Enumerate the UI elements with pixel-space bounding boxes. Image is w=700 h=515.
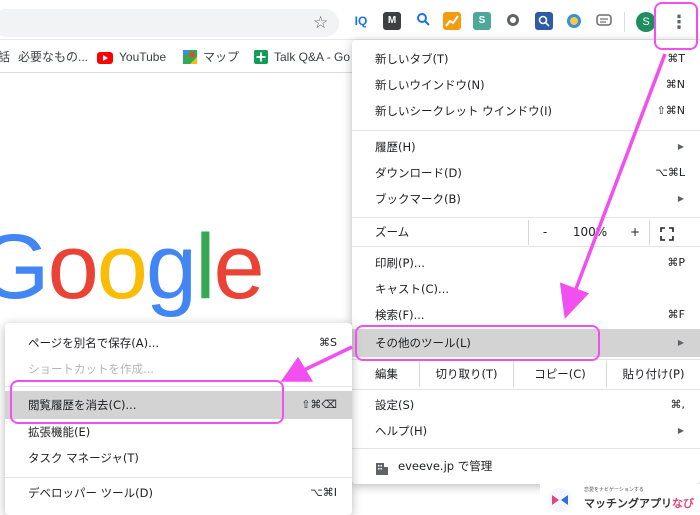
menu-separator — [352, 130, 700, 131]
building-icon — [375, 459, 389, 485]
menu-item-settings[interactable]: 設定(S) ⌘, — [352, 392, 700, 418]
menu-separator — [352, 389, 700, 390]
chart-extension-icon[interactable] — [443, 12, 461, 30]
annotation-box-clear-history — [10, 380, 284, 424]
iq-extension-icon[interactable]: IQ — [352, 12, 370, 30]
menu-item-new-window[interactable]: 新しいウインドウ(N) ⌘N — [352, 72, 700, 98]
menu-separator — [352, 217, 700, 218]
browser-toolbar: ☆ IQ M S S ⋮ — [0, 0, 700, 40]
zoom-level: 100% — [572, 225, 608, 239]
menu-item-task-manager[interactable]: タスク マネージャ(T) — [5, 445, 352, 471]
bookmark-talk-qa[interactable]: Talk Q&A - Go — [254, 49, 350, 68]
search-extension-icon[interactable] — [414, 12, 432, 30]
bookmark-youtube[interactable]: YouTube — [97, 49, 166, 68]
menu-item-cast[interactable]: キャスト(C)... — [352, 276, 700, 302]
menu-item-help[interactable]: ヘルプ(H) ▶ — [352, 418, 700, 444]
zoom-controls: - 100% + — [528, 220, 650, 245]
zoom-in-button[interactable]: + — [619, 220, 651, 245]
zoom-label: ズーム — [375, 225, 410, 239]
annotation-box-menu-button — [654, 2, 698, 50]
matching-app-logo-icon — [548, 488, 572, 512]
menu-item-bookmarks[interactable]: ブックマーク(B) ▶ — [352, 186, 700, 212]
menu-item-new-tab[interactable]: 新しいタブ(T) ⌘T — [352, 46, 700, 72]
cut-button[interactable]: 切り取り(T) — [419, 361, 513, 387]
maps-icon — [183, 50, 197, 68]
bookmark-maps[interactable]: マップ — [183, 49, 239, 68]
watermark-tagline: 恋愛をナビゲーションする — [584, 487, 644, 493]
menu-item-print[interactable]: 印刷(P)... ⌘P — [352, 250, 700, 276]
edit-row: 編集 切り取り(T) コピー(C) 貼り付け(P) — [352, 361, 700, 387]
menu-item-history[interactable]: 履歴(H) ▶ — [352, 134, 700, 160]
keyhole-extension-icon[interactable] — [535, 12, 553, 30]
address-bar[interactable] — [0, 9, 339, 37]
menu-item-new-incognito[interactable]: 新しいシークレット ウインドウ(I) ⇧⌘N — [352, 98, 700, 124]
submenu-arrow-icon: ▶ — [677, 142, 684, 151]
watermark-logo: 恋愛をナビゲーションする マッチングアプリなび — [540, 484, 700, 515]
menu-separator — [352, 246, 700, 247]
chat-extension-icon[interactable] — [595, 12, 613, 30]
toolbar-divider — [624, 12, 625, 32]
zoom-out-button[interactable]: - — [529, 220, 561, 245]
s-extension-icon[interactable]: S — [473, 12, 491, 30]
google-logo: Google — [0, 216, 265, 318]
bookmark-item[interactable]: 必要なもの... — [18, 49, 88, 65]
watermark-text: マッチングアプリなび — [584, 497, 694, 510]
menu-item-managed[interactable]: eveeve.jp で管理 — [352, 453, 700, 479]
annotation-box-more-tools — [355, 325, 600, 361]
avatar[interactable]: S — [636, 12, 656, 32]
menu-separator — [5, 477, 352, 478]
bookmark-star-icon[interactable]: ☆ — [313, 13, 328, 33]
menu-item-create-shortcut: ショートカットを作成... — [28, 362, 154, 376]
submenu-arrow-icon: ▶ — [677, 194, 684, 203]
paste-button[interactable]: 貼り付け(P) — [606, 361, 700, 387]
bookmark-item[interactable]: 話 — [0, 49, 10, 65]
menu-item-dev-tools[interactable]: デベロッパー ツール(D) ⌥⌘I — [5, 480, 352, 506]
copy-button[interactable]: コピー(C) — [513, 361, 606, 387]
edit-label: 編集 — [375, 367, 398, 381]
youtube-icon — [97, 52, 113, 68]
plus-icon — [254, 50, 268, 68]
m-extension-icon[interactable]: M — [383, 12, 401, 30]
menu-separator — [352, 448, 700, 449]
circle-extension-icon[interactable] — [504, 12, 522, 30]
menu-item-downloads[interactable]: ダウンロード(D) ⌥⌘L — [352, 160, 700, 186]
badge-extension-icon[interactable] — [565, 12, 583, 30]
menu-item-save-page[interactable]: ページを別名で保存(A)... ⌘S — [5, 330, 352, 356]
submenu-arrow-icon: ▶ — [677, 426, 684, 435]
submenu-arrow-icon: ▶ — [677, 338, 684, 347]
chrome-main-menu: 新しいタブ(T) ⌘T 新しいウインドウ(N) ⌘N 新しいシークレット ウインドウ… — [352, 40, 700, 484]
zoom-row: ズーム - 100% + — [352, 220, 700, 245]
